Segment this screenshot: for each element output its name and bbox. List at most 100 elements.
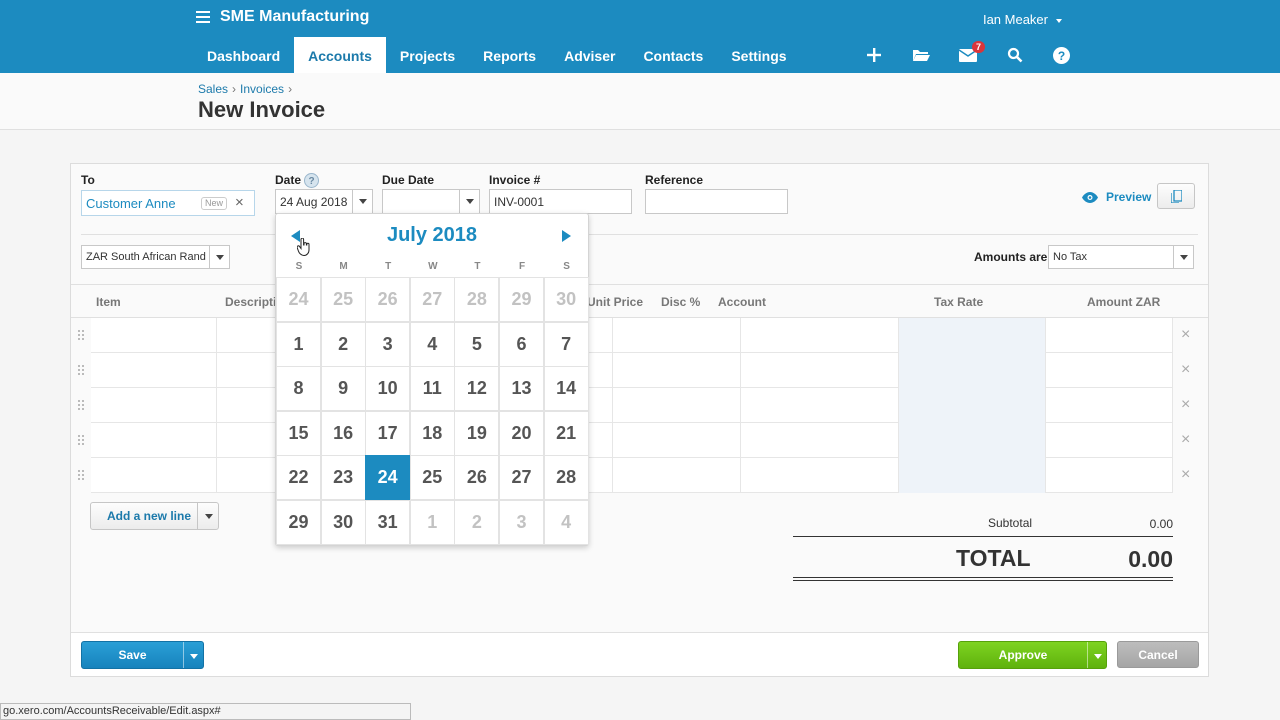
save-button[interactable]: Save [81,641,204,669]
chevron-down-icon[interactable] [205,514,213,519]
help-icon[interactable]: ? [304,173,320,189]
calendar-day[interactable]: 16 [320,410,366,456]
calendar-day[interactable]: 1 [276,321,321,367]
table-cell[interactable] [613,318,741,353]
table-cell[interactable] [1046,458,1173,493]
table-cell[interactable] [741,458,899,493]
calendar-day[interactable]: 26 [365,277,411,322]
calendar-day[interactable]: 2 [320,321,366,367]
messages-button[interactable]: 7 [944,37,991,73]
calendar-day[interactable]: 8 [276,366,321,411]
table-cell[interactable] [91,353,217,388]
calendar-day[interactable]: 3 [499,499,544,545]
table-cell[interactable] [91,423,217,458]
currency-select[interactable]: ZAR South African Rand [81,245,230,269]
clear-icon[interactable]: × [235,194,244,211]
drag-handle-icon[interactable] [78,365,84,377]
table-cell[interactable] [91,388,217,423]
remove-row-icon[interactable]: × [1181,327,1195,343]
search-button[interactable] [991,37,1038,73]
remove-row-icon[interactable]: × [1181,432,1195,448]
calendar-day[interactable]: 21 [543,410,589,456]
calendar-day[interactable]: 23 [320,455,366,500]
date-field[interactable]: 24 Aug 2018 [275,189,373,214]
table-cell[interactable] [91,458,217,493]
remove-row-icon[interactable]: × [1181,362,1195,378]
nav-contacts[interactable]: Contacts [629,37,717,73]
user-menu[interactable]: Ian Meaker [983,12,1062,27]
table-cell[interactable] [91,318,217,353]
calendar-day[interactable]: 15 [276,410,321,456]
calendar-day[interactable]: 4 [409,321,455,367]
table-cell[interactable] [1046,388,1173,423]
calendar-day[interactable]: 28 [543,455,589,500]
calendar-day[interactable]: 27 [499,455,544,500]
calendar-day-selected[interactable]: 24 [365,455,411,500]
calendar-day[interactable]: 26 [454,455,500,500]
calendar-day[interactable]: 19 [454,410,500,456]
calendar-day[interactable]: 29 [276,499,321,545]
table-cell[interactable] [741,353,899,388]
drag-handle-icon[interactable] [78,435,84,447]
calendar-day[interactable]: 1 [409,499,455,545]
next-month-button[interactable] [560,229,572,242]
calendar-day[interactable]: 30 [320,499,366,545]
calendar-day[interactable]: 9 [320,366,366,411]
calendar-day[interactable]: 31 [365,499,411,545]
drag-handle-icon[interactable] [78,400,84,412]
calendar-day[interactable]: 22 [276,455,321,500]
calendar-day[interactable]: 14 [543,366,589,411]
table-cell[interactable] [899,353,1046,388]
breadcrumb-invoices[interactable]: Invoices [240,82,284,96]
cancel-button[interactable]: Cancel [1117,641,1199,668]
invoice-number-field[interactable]: INV-0001 [489,189,632,214]
calendar-day[interactable]: 4 [543,499,589,545]
table-cell[interactable] [741,388,899,423]
tax-mode-select[interactable]: No Tax [1048,245,1194,269]
reference-field[interactable] [645,189,788,214]
calendar-day[interactable]: 6 [499,321,544,367]
calendar-day[interactable]: 27 [409,277,455,322]
nav-settings[interactable]: Settings [717,37,800,73]
calendar-day[interactable]: 25 [409,455,455,500]
tax-mode-dropdown-button[interactable] [1173,246,1193,268]
add-line-button[interactable]: Add a new line [90,502,219,530]
table-cell[interactable] [613,423,741,458]
help-button[interactable]: ? [1038,37,1085,73]
nav-projects[interactable]: Projects [386,37,469,73]
table-cell[interactable] [899,318,1046,353]
table-cell[interactable] [741,423,899,458]
drag-handle-icon[interactable] [78,470,84,482]
calendar-day[interactable]: 24 [276,277,321,322]
calendar-day[interactable]: 13 [499,366,544,411]
calendar-day[interactable]: 10 [365,366,411,411]
table-cell[interactable] [613,458,741,493]
nav-reports[interactable]: Reports [469,37,550,73]
calendar-day[interactable]: 2 [454,499,500,545]
table-cell[interactable] [1046,318,1173,353]
calendar-day[interactable]: 17 [365,410,411,456]
currency-dropdown-button[interactable] [209,246,229,268]
calendar-day[interactable]: 3 [365,321,411,367]
calendar-day[interactable]: 12 [454,366,500,411]
remove-row-icon[interactable]: × [1181,467,1195,483]
drag-handle-icon[interactable] [78,330,84,342]
chevron-down-icon[interactable] [190,654,198,659]
table-cell[interactable] [899,458,1046,493]
calendar-day[interactable]: 5 [454,321,500,367]
calendar-day[interactable]: 30 [543,277,589,322]
chevron-down-icon[interactable] [1094,654,1102,659]
calendar-day[interactable]: 18 [409,410,455,456]
calendar-day[interactable]: 28 [454,277,500,322]
calendar-day[interactable]: 29 [499,277,544,322]
table-cell[interactable] [613,353,741,388]
table-cell[interactable] [741,318,899,353]
calendar-day[interactable]: 11 [409,366,455,411]
table-cell[interactable] [1046,423,1173,458]
nav-accounts[interactable]: Accounts [294,37,386,73]
org-switcher[interactable]: SME Manufacturing [196,8,369,26]
nav-adviser[interactable]: Adviser [550,37,629,73]
remove-row-icon[interactable]: × [1181,397,1195,413]
add-button[interactable] [850,37,897,73]
date-dropdown-button[interactable] [352,190,372,213]
